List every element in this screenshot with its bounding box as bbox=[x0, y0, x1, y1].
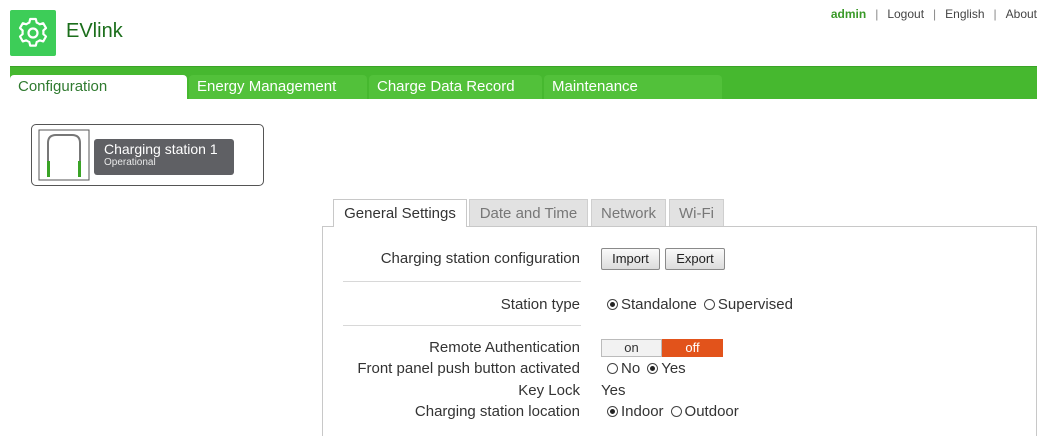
tab-wifi[interactable]: Wi-Fi bbox=[669, 199, 724, 226]
separator: | bbox=[875, 7, 879, 21]
key-lock-label: Key Lock bbox=[518, 382, 580, 399]
station-status: Operational bbox=[104, 157, 156, 168]
radio-label: No bbox=[621, 360, 641, 377]
front-panel-label: Front panel push button activated bbox=[357, 360, 580, 377]
location-options: Indoor Outdoor bbox=[607, 403, 746, 420]
remote-auth-label: Remote Authentication bbox=[429, 339, 580, 356]
logout-link[interactable]: Logout bbox=[887, 7, 924, 21]
radio-outdoor[interactable] bbox=[670, 406, 682, 417]
separator: | bbox=[933, 7, 937, 21]
radio-indoor[interactable] bbox=[607, 406, 618, 417]
tab-date-and-time[interactable]: Date and Time bbox=[469, 199, 588, 226]
radio-supervised[interactable] bbox=[703, 299, 715, 310]
toggle-off[interactable]: off bbox=[662, 339, 723, 357]
location-label: Charging station location bbox=[414, 403, 580, 420]
front-panel-options: No Yes bbox=[607, 360, 693, 377]
top-links: admin | Logout | English | About bbox=[831, 7, 1037, 21]
about-link[interactable]: About bbox=[1006, 7, 1037, 21]
station-type-label: Station type bbox=[500, 296, 580, 313]
radio-label: Outdoor bbox=[684, 403, 739, 420]
radio-yes[interactable] bbox=[647, 363, 659, 374]
separator: | bbox=[993, 7, 997, 21]
tab-general-settings[interactable]: General Settings bbox=[333, 199, 467, 227]
key-lock-value: Yes bbox=[601, 382, 626, 399]
station-label: Charging station 1 Operational bbox=[94, 139, 234, 175]
tab-energy-management[interactable]: Energy Management bbox=[189, 75, 367, 99]
radio-no[interactable] bbox=[607, 363, 618, 374]
station-type-options: Standalone Supervised bbox=[607, 296, 800, 313]
toggle-on[interactable]: on bbox=[601, 339, 662, 357]
tab-configuration[interactable]: Configuration bbox=[10, 75, 187, 99]
remote-auth-toggle[interactable]: on off bbox=[601, 339, 723, 357]
station-name: Charging station 1 bbox=[104, 141, 218, 157]
export-button[interactable]: Export bbox=[665, 248, 725, 270]
main-nav: Configuration Energy Management Charge D… bbox=[10, 66, 1037, 99]
language-link[interactable]: English bbox=[945, 7, 984, 21]
username[interactable]: admin bbox=[831, 7, 866, 21]
brand-name: EVlink bbox=[66, 20, 123, 42]
divider bbox=[343, 281, 581, 282]
tab-maintenance[interactable]: Maintenance bbox=[544, 75, 722, 99]
config-label: Charging station configuration bbox=[380, 250, 580, 267]
station-card[interactable]: Charging station 1 Operational bbox=[31, 124, 264, 186]
import-button[interactable]: Import bbox=[601, 248, 660, 270]
gear-icon bbox=[18, 17, 48, 47]
logo bbox=[10, 10, 56, 56]
radio-label: Supervised bbox=[717, 296, 793, 313]
charging-station-icon bbox=[38, 129, 90, 181]
radio-standalone[interactable] bbox=[607, 299, 618, 310]
tab-charge-data-record[interactable]: Charge Data Record bbox=[369, 75, 542, 99]
tab-network[interactable]: Network bbox=[591, 199, 666, 226]
radio-label: Standalone bbox=[621, 296, 697, 313]
radio-label: Indoor bbox=[621, 403, 664, 420]
radio-label: Yes bbox=[661, 360, 686, 377]
divider bbox=[343, 325, 581, 326]
